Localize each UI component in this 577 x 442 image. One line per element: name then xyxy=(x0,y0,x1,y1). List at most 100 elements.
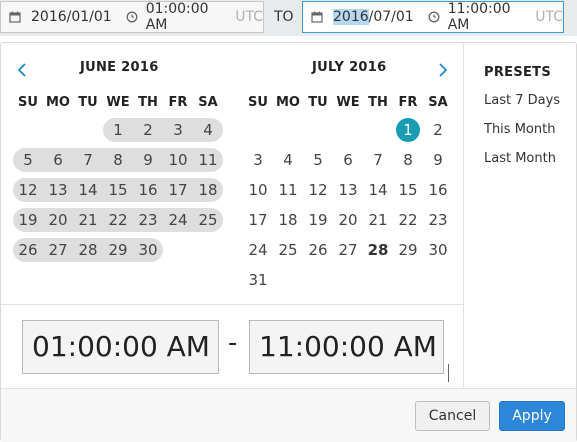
calendar-day[interactable]: 4 xyxy=(193,118,223,142)
calendar-day[interactable]: 31 xyxy=(243,268,273,292)
calendar-day[interactable]: 25 xyxy=(193,208,223,232)
calendar-day[interactable]: 1 xyxy=(103,118,133,142)
calendar-day[interactable]: 27 xyxy=(43,238,73,262)
text-caret xyxy=(448,364,449,382)
calendar-day[interactable]: 28 xyxy=(73,238,103,262)
from-timezone: UTC xyxy=(235,9,263,25)
chevron-left-icon[interactable] xyxy=(16,61,28,82)
divider xyxy=(1,304,463,305)
to-datetime-field[interactable]: 2016/07/01 11:00:00 AM UTC xyxy=(302,1,564,33)
weekday-header-mo: MO xyxy=(46,95,70,110)
calendar-day[interactable]: 3 xyxy=(163,118,193,142)
to-date-value[interactable]: 2016/07/01 xyxy=(333,9,414,25)
start-time-input[interactable]: 01:00:00 AM xyxy=(22,320,219,374)
calendar-day[interactable]: 7 xyxy=(363,148,393,172)
preset-last-month[interactable]: Last Month xyxy=(484,150,577,179)
calendar-day[interactable]: 23 xyxy=(133,208,163,232)
calendar-day[interactable]: 5 xyxy=(303,148,333,172)
range-to-label: TO xyxy=(274,9,294,25)
calendar-day[interactable]: 22 xyxy=(103,208,133,232)
from-datetime-field[interactable]: 2016/01/01 01:00:00 AM UTC xyxy=(0,1,264,33)
picker-footer: Cancel Apply xyxy=(1,388,576,442)
calendar-day[interactable]: 22 xyxy=(393,208,423,232)
from-time-value[interactable]: 01:00:00 AM xyxy=(146,1,230,33)
weekday-header-we: WE xyxy=(106,95,130,110)
calendar-day[interactable]: 21 xyxy=(363,208,393,232)
calendar-day[interactable]: 7 xyxy=(73,148,103,172)
calendar-day[interactable]: 29 xyxy=(393,238,423,262)
preset-this-month[interactable]: This Month xyxy=(484,121,577,150)
calendar-day[interactable]: 17 xyxy=(163,178,193,202)
calendar-day[interactable]: 15 xyxy=(393,178,423,202)
calendar-day[interactable]: 19 xyxy=(13,208,43,232)
to-date-year-selection: 2016 xyxy=(333,9,369,25)
calendars-pane: JUNE 2016 JULY 2016 SU MO TU WE TH FR SA 1 2 3 4 5 6… xyxy=(1,43,463,388)
to-timezone: UTC xyxy=(535,9,563,25)
presets-title: PRESETS xyxy=(484,65,551,80)
date-range-bar: 2016/01/01 01:00:00 AM UTC TO 2016/07/01… xyxy=(0,0,577,36)
calendar-day[interactable]: 5 xyxy=(13,148,43,172)
clock-icon xyxy=(428,11,440,23)
calendar-day[interactable]: 8 xyxy=(103,148,133,172)
cancel-button[interactable]: Cancel xyxy=(415,401,490,431)
calendar-icon xyxy=(9,11,21,23)
calendar-day[interactable]: 26 xyxy=(13,238,43,262)
preset-last-7-days[interactable]: Last 7 Days xyxy=(484,92,577,121)
calendar-day[interactable]: 20 xyxy=(43,208,73,232)
calendar-day[interactable]: 23 xyxy=(423,208,453,232)
calendar-day[interactable]: 9 xyxy=(423,148,453,172)
calendar-day[interactable]: 4 xyxy=(273,148,303,172)
calendar-day[interactable]: 20 xyxy=(333,208,363,232)
calendar-day[interactable]: 24 xyxy=(243,238,273,262)
calendar-day[interactable]: 25 xyxy=(273,238,303,262)
weekday-header-su: SU xyxy=(248,95,268,110)
calendar-day[interactable]: 29 xyxy=(103,238,133,262)
calendar-day[interactable]: 17 xyxy=(243,208,273,232)
calendar-day[interactable]: 27 xyxy=(333,238,363,262)
selected-day[interactable]: 1 xyxy=(396,118,420,142)
calendar-day[interactable]: 3 xyxy=(243,148,273,172)
calendar-day[interactable]: 14 xyxy=(73,178,103,202)
from-date-value[interactable]: 2016/01/01 xyxy=(31,9,112,25)
calendar-day[interactable]: 2 xyxy=(133,118,163,142)
weekday-header-tu: TU xyxy=(308,95,328,110)
calendar-day[interactable]: 24 xyxy=(163,208,193,232)
weekday-header-su: SU xyxy=(18,95,38,110)
apply-button[interactable]: Apply xyxy=(499,401,565,431)
calendar-day[interactable]: 12 xyxy=(13,178,43,202)
calendar-day[interactable]: 11 xyxy=(273,178,303,202)
calendar-day[interactable]: 14 xyxy=(363,178,393,202)
calendar-day[interactable]: 19 xyxy=(303,208,333,232)
calendar-day[interactable]: 6 xyxy=(333,148,363,172)
weekday-header-th: TH xyxy=(138,95,158,110)
calendar-day[interactable]: 15 xyxy=(103,178,133,202)
weekday-header-mo: MO xyxy=(276,95,300,110)
calendar-day[interactable]: 13 xyxy=(43,178,73,202)
calendar-day[interactable]: 21 xyxy=(73,208,103,232)
weekday-header-fr: FR xyxy=(168,95,188,110)
weekday-header-fr: FR xyxy=(398,95,418,110)
calendar-day[interactable]: 30 xyxy=(423,238,453,262)
end-time-input[interactable]: 11:00:00 AM xyxy=(249,320,444,374)
calendar-day[interactable]: 6 xyxy=(43,148,73,172)
calendar-day[interactable]: 2 xyxy=(423,118,453,142)
to-time-value[interactable]: 11:00:00 AM xyxy=(448,1,530,33)
calendar-day[interactable]: 9 xyxy=(133,148,163,172)
calendar-icon xyxy=(311,11,323,23)
clock-icon xyxy=(126,11,138,23)
weekday-header-tu: TU xyxy=(78,95,98,110)
calendar-day[interactable]: 10 xyxy=(163,148,193,172)
calendar-day[interactable]: 8 xyxy=(393,148,423,172)
calendar-day[interactable]: 18 xyxy=(273,208,303,232)
calendar-day[interactable]: 16 xyxy=(423,178,453,202)
calendar-day[interactable]: 10 xyxy=(243,178,273,202)
calendar-day[interactable]: 30 xyxy=(133,238,163,262)
calendar-day[interactable]: 13 xyxy=(333,178,363,202)
calendar-day[interactable]: 16 xyxy=(133,178,163,202)
calendar-day[interactable]: 18 xyxy=(193,178,223,202)
calendar-day[interactable]: 12 xyxy=(303,178,333,202)
calendar-day[interactable]: 28 xyxy=(363,238,393,262)
calendar-day[interactable]: 11 xyxy=(193,148,223,172)
chevron-right-icon[interactable] xyxy=(437,61,449,82)
calendar-day[interactable]: 26 xyxy=(303,238,333,262)
